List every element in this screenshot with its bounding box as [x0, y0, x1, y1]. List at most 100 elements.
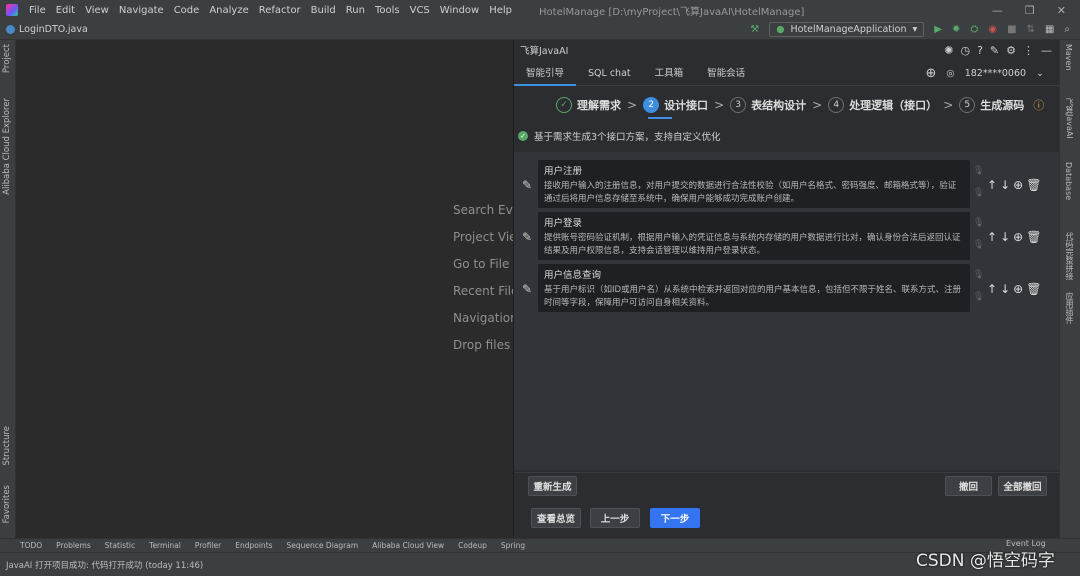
microphone-icon[interactable]: 🎙 [973, 166, 984, 176]
microphone-icon[interactable]: 🎙 [973, 292, 984, 302]
menu-build[interactable]: Build [306, 5, 341, 16]
edit-icon[interactable]: ✎ [990, 44, 999, 57]
undo-button[interactable]: 撤回 [945, 476, 992, 496]
close-icon[interactable]: ✕ [1057, 4, 1066, 17]
menu-edit[interactable]: Edit [51, 5, 80, 16]
more-icon[interactable]: ⋮ [1023, 44, 1034, 57]
move-up-icon[interactable]: ↑ [987, 230, 997, 244]
todo-tab[interactable]: TODO [20, 541, 42, 550]
step-design-interface[interactable]: 2 设计接口 [643, 97, 708, 113]
step-table-design[interactable]: 3 表结构设计 [730, 97, 806, 113]
microphone-icon[interactable]: 🎙 [973, 218, 984, 228]
code-tool-tab[interactable]: 代码完整拼接 [1064, 232, 1075, 280]
statistic-tab[interactable]: Statistic [105, 541, 135, 550]
add-icon[interactable]: ⊕ [926, 66, 937, 81]
tab-smart-guide[interactable]: 智能引导 [514, 62, 577, 86]
panel-title-bar: 飞算JavaAI ✺ ◷ ? ✎ ⚙ ⋮ — [514, 40, 1060, 60]
interface-card[interactable]: 用户注册 接收用户输入的注册信息，对用户提交的数据进行合法性校验（如用户名格式、… [538, 160, 970, 208]
tab-sql-chat[interactable]: SQL chat [576, 62, 643, 86]
coverage-icon[interactable]: ⛭ [970, 24, 978, 35]
editor-area[interactable]: Search Everywhere Project View Go to Fil… [16, 40, 513, 538]
menu-help[interactable]: Help [484, 5, 517, 16]
step-generate-source[interactable]: 5 生成源码 [959, 97, 1024, 113]
tab-toolbox[interactable]: 工具箱 [643, 62, 696, 86]
delete-icon[interactable]: 🗑 [1026, 282, 1041, 296]
plugin-tool-tab[interactable]: 应用插件 [1064, 292, 1075, 324]
menu-view[interactable]: View [80, 5, 114, 16]
info-icon[interactable]: ⓘ [1033, 97, 1044, 113]
vcs-icon[interactable]: ⇅ [1027, 24, 1035, 35]
problems-tab[interactable]: Problems [56, 541, 91, 550]
sequence-diagram-tab[interactable]: Sequence Diagram [287, 541, 359, 550]
menu-tools[interactable]: Tools [370, 5, 405, 16]
profiler-tab[interactable]: Profiler [195, 541, 221, 550]
alibaba-cloud-explorer-tab[interactable]: Alibaba Cloud Explorer [2, 98, 12, 195]
menu-code[interactable]: Code [169, 5, 205, 16]
history-icon[interactable]: ◷ [960, 44, 970, 57]
add-icon[interactable]: ⊕ [1013, 178, 1023, 192]
codeup-tab[interactable]: Codeup [458, 541, 487, 550]
add-icon[interactable]: ⊕ [1013, 282, 1023, 296]
tab-smart-session[interactable]: 智能会话 [695, 62, 757, 86]
menu-file[interactable]: File [24, 5, 51, 16]
edit-icon[interactable]: ✎ [522, 282, 532, 296]
microphone-icon[interactable]: 🎙 [973, 270, 984, 280]
undo-all-button[interactable]: 全部撤回 [998, 476, 1047, 496]
endpoints-tab[interactable]: Endpoints [235, 541, 272, 550]
user-phone[interactable]: 182****0060 [965, 68, 1026, 79]
project-structure-icon[interactable]: ▦ [1045, 24, 1054, 35]
next-step-button[interactable]: 下一步 [650, 508, 700, 528]
move-down-icon[interactable]: ↓ [1000, 230, 1010, 244]
javaai-tool-tab[interactable]: 飞算JavaAI [1064, 98, 1075, 139]
previous-step-button[interactable]: 上一步 [590, 508, 640, 528]
delete-icon[interactable]: 🗑 [1026, 178, 1041, 192]
feedback-icon[interactable]: ✺ [944, 44, 953, 57]
project-tool-tab[interactable]: Project [2, 44, 12, 73]
search-icon[interactable]: ⌕ [1064, 24, 1070, 35]
alibaba-cloud-view-tab[interactable]: Alibaba Cloud View [372, 541, 444, 550]
stop-icon[interactable]: ■ [1007, 24, 1016, 35]
menu-refactor[interactable]: Refactor [254, 5, 306, 16]
chevron-down-icon[interactable]: ⌄ [1036, 68, 1044, 79]
step-process-logic[interactable]: 4 处理逻辑（接口） [828, 97, 937, 113]
add-icon[interactable]: ⊕ [1013, 230, 1023, 244]
debug-icon[interactable]: ✹ [952, 24, 960, 35]
regenerate-button[interactable]: 重新生成 [528, 476, 577, 496]
settings-icon[interactable]: ⚙ [1006, 44, 1016, 57]
run-icon[interactable]: ▶ [934, 24, 942, 35]
file-tab[interactable]: LoginDTO.java [0, 24, 88, 35]
delete-icon[interactable]: 🗑 [1026, 230, 1041, 244]
profile-icon[interactable]: ◉ [988, 24, 997, 35]
minimize-icon[interactable]: — [992, 4, 1003, 17]
menu-run[interactable]: Run [341, 5, 370, 16]
view-overview-button[interactable]: 查看总览 [531, 508, 581, 528]
file-tab-label: LoginDTO.java [19, 24, 88, 35]
menu-navigate[interactable]: Navigate [114, 5, 169, 16]
maximize-icon[interactable]: ❐ [1025, 4, 1035, 17]
maven-tool-tab[interactable]: Maven [1064, 44, 1073, 71]
help-icon[interactable]: ? [977, 44, 983, 57]
terminal-tab[interactable]: Terminal [149, 541, 181, 550]
favorites-tool-tab[interactable]: Favorites [2, 485, 12, 523]
edit-icon[interactable]: ✎ [522, 178, 532, 192]
menu-analyze[interactable]: Analyze [204, 5, 253, 16]
step-number: 2 [643, 97, 660, 113]
microphone-icon[interactable]: 🎙 [973, 240, 984, 250]
move-down-icon[interactable]: ↓ [1000, 178, 1010, 192]
step-understand-requirements[interactable]: ✓ 理解需求 [556, 97, 621, 113]
menu-vcs[interactable]: VCS [405, 5, 435, 16]
interface-card[interactable]: 用户信息查询 基于用户标识（如ID或用户名）从系统中检索并返回对应的用户基本信息… [538, 264, 970, 312]
database-tool-tab[interactable]: Database [1064, 162, 1073, 200]
hide-panel-icon[interactable]: — [1041, 44, 1052, 57]
edit-icon[interactable]: ✎ [522, 230, 532, 244]
microphone-icon[interactable]: 🎙 [973, 188, 984, 198]
interface-card[interactable]: 用户登录 提供账号密码验证机制，根据用户输入的凭证信息与系统内存储的用户数据进行… [538, 212, 970, 260]
structure-tool-tab[interactable]: Structure [2, 426, 12, 466]
hammer-icon[interactable]: ⚒ [750, 24, 759, 35]
move-down-icon[interactable]: ↓ [1000, 282, 1010, 296]
run-config-select[interactable]: ● HotelManageApplication ▾ [769, 22, 925, 37]
spring-tab[interactable]: Spring [501, 541, 525, 550]
move-up-icon[interactable]: ↑ [987, 282, 997, 296]
menu-window[interactable]: Window [435, 5, 484, 16]
move-up-icon[interactable]: ↑ [987, 178, 997, 192]
